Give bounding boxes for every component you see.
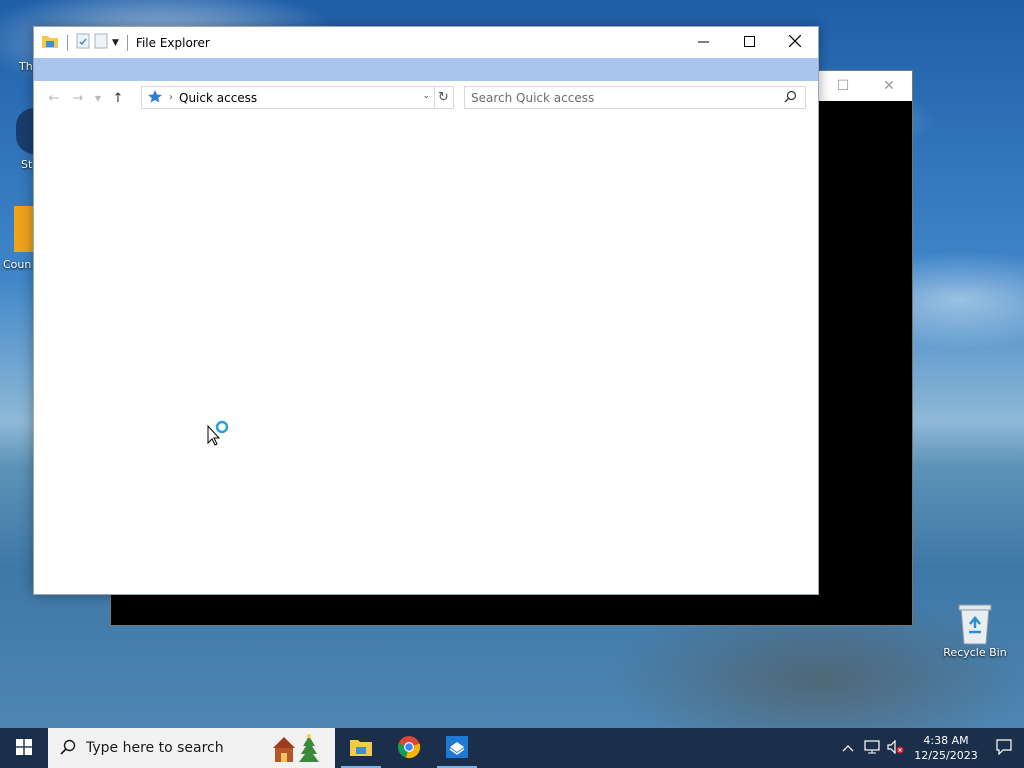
- desktop-icon-recycle-bin[interactable]: Recycle Bin: [939, 602, 1011, 659]
- address-location[interactable]: Quick access: [179, 91, 257, 105]
- customize-toolbar-icon[interactable]: ▼: [112, 38, 119, 48]
- windows-logo-icon: [16, 738, 32, 758]
- app-icon: [445, 735, 469, 762]
- action-center-button[interactable]: [984, 728, 1024, 768]
- taskbar-app[interactable]: [433, 728, 481, 768]
- desktop-icon-label-3[interactable]: Coun: [3, 258, 31, 271]
- volume-button[interactable]: [884, 728, 908, 768]
- search-box[interactable]: [464, 86, 806, 109]
- desktop-icon-label-1[interactable]: Th: [19, 60, 33, 73]
- maximize-icon: ☐: [836, 78, 850, 94]
- refresh-button[interactable]: ↻: [434, 86, 454, 109]
- file-explorer-window[interactable]: ▼ File Explorer ← → ▼ ↑ › Quick access ⌄…: [33, 26, 819, 595]
- network-icon: [864, 739, 880, 757]
- up-button[interactable]: ↑: [106, 86, 130, 110]
- start-button[interactable]: [0, 728, 48, 768]
- notification-icon: [996, 738, 1012, 758]
- chrome-icon: [397, 735, 421, 762]
- recycle-bin-label: Recycle Bin: [943, 646, 1007, 659]
- network-button[interactable]: [860, 728, 884, 768]
- chevron-up-icon: [842, 741, 854, 755]
- quick-access-toolbar: ▼: [34, 33, 132, 52]
- navigation-bar: ← → ▼ ↑ › Quick access ⌄ ↻: [34, 81, 818, 115]
- back-button[interactable]: ←: [42, 86, 66, 110]
- taskbar-file-explorer[interactable]: [337, 728, 385, 768]
- recent-locations-button[interactable]: ▼: [90, 86, 106, 110]
- taskbar-search-box[interactable]: Type here to search: [48, 728, 335, 768]
- quick-access-star-icon: [147, 89, 163, 106]
- maximize-icon: [743, 35, 755, 50]
- address-dropdown-icon[interactable]: ⌄: [422, 91, 430, 101]
- taskbar-clock[interactable]: 4:38 AM 12/25/2023: [908, 733, 984, 763]
- window-title: File Explorer: [135, 35, 210, 50]
- properties-icon[interactable]: [76, 33, 90, 52]
- address-bar[interactable]: › Quick access ⌄: [141, 86, 435, 109]
- taskbar-search-placeholder: Type here to search: [86, 740, 224, 756]
- breadcrumb-chevron-icon: ›: [169, 92, 173, 103]
- system-tray: 4:38 AM 12/25/2023: [836, 728, 1024, 768]
- show-hidden-icons-button[interactable]: [836, 728, 860, 768]
- forward-button[interactable]: →: [66, 86, 90, 110]
- up-arrow-icon: ↑: [112, 90, 124, 106]
- taskbar-chrome[interactable]: [385, 728, 433, 768]
- folder-icon: [349, 737, 373, 760]
- holiday-search-highlight-icon[interactable]: [271, 734, 323, 767]
- close-icon: [788, 34, 802, 50]
- close-button[interactable]: [772, 27, 818, 58]
- background-close-button[interactable]: ✕: [866, 71, 912, 101]
- explorer-titlebar[interactable]: ▼ File Explorer: [34, 27, 818, 58]
- back-arrow-icon: ←: [48, 90, 60, 106]
- volume-muted-icon: [887, 739, 905, 757]
- desktop-icon-label-2[interactable]: St: [21, 158, 32, 171]
- ribbon-strip[interactable]: [34, 58, 818, 81]
- recycle-bin-icon: [955, 602, 995, 645]
- minimize-icon: [697, 36, 709, 50]
- clock-date: 12/25/2023: [914, 749, 978, 762]
- chevron-down-icon: ▼: [94, 93, 102, 103]
- taskbar: Type here to search 4:38 AM 12/25/2023: [0, 728, 1024, 768]
- search-icon: [60, 739, 76, 758]
- search-icon[interactable]: [784, 90, 797, 106]
- forward-arrow-icon: →: [72, 90, 84, 106]
- busy-cursor-icon: [207, 420, 233, 449]
- refresh-icon: ↻: [438, 90, 449, 105]
- folder-icon: [41, 33, 59, 52]
- new-folder-icon[interactable]: [94, 33, 108, 52]
- explorer-content-area[interactable]: [34, 115, 818, 594]
- maximize-button[interactable]: [726, 27, 772, 58]
- clock-time: 4:38 AM: [923, 734, 969, 747]
- background-maximize-button[interactable]: ☐: [820, 71, 866, 101]
- minimize-button[interactable]: [680, 27, 726, 58]
- close-icon: ✕: [883, 78, 895, 94]
- search-input[interactable]: [471, 88, 781, 107]
- desktop-icon-3[interactable]: [14, 206, 34, 252]
